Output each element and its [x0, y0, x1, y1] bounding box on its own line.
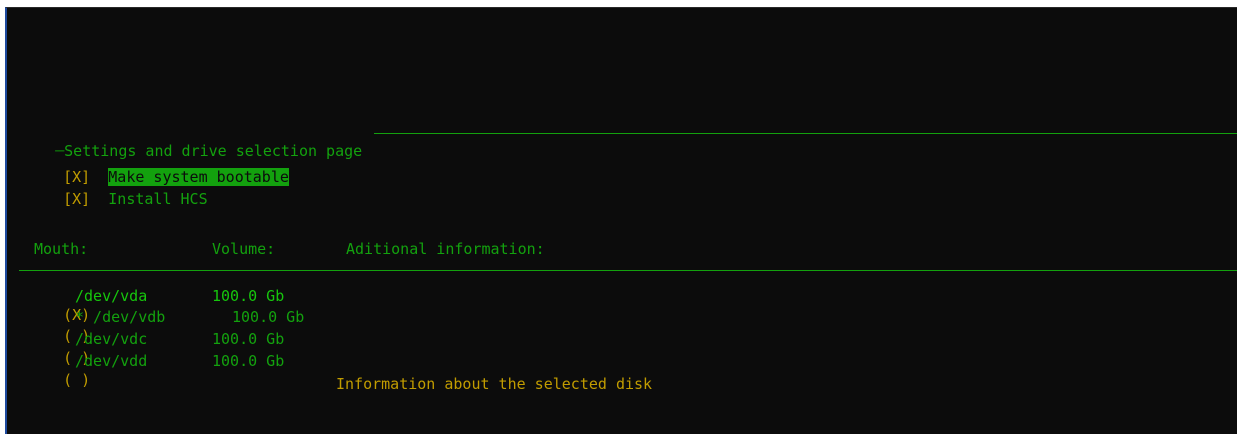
- disk-mount: /dev/vdd: [75, 352, 148, 370]
- disk-mount: * /dev/vdb: [75, 308, 166, 326]
- option-checkbox[interactable]: [X]: [63, 190, 90, 208]
- column-header-info: Aditional information:: [346, 240, 545, 258]
- disk-radio[interactable]: ( ): [63, 371, 90, 389]
- disk-volume: 100.0 Gb: [212, 287, 285, 305]
- terminal-window: ─Settings and drive selection page [X] M…: [5, 7, 1237, 434]
- option-install-hcs[interactable]: [X] Install HCS: [27, 171, 208, 208]
- disk-info-text: Information about the selected disk: [336, 375, 653, 393]
- option-make-bootable[interactable]: [X] Make system bootable: [27, 149, 289, 186]
- option-label: Install HCS: [108, 190, 208, 208]
- header-rule: [19, 270, 1237, 271]
- page-title-line: ─Settings and drive selection page: [19, 123, 362, 160]
- column-header-mouth: Mouth:: [34, 240, 89, 258]
- disk-volume: 100.0 Gb: [232, 308, 305, 326]
- disk-mount: /dev/vda: [75, 287, 148, 305]
- title-rule: [374, 133, 1237, 134]
- column-header-volume: Volume:: [212, 240, 276, 258]
- disk-mount: /dev/vdc: [75, 330, 148, 348]
- disk-volume: 100.0 Gb: [212, 352, 285, 370]
- disk-volume: 100.0 Gb: [212, 330, 285, 348]
